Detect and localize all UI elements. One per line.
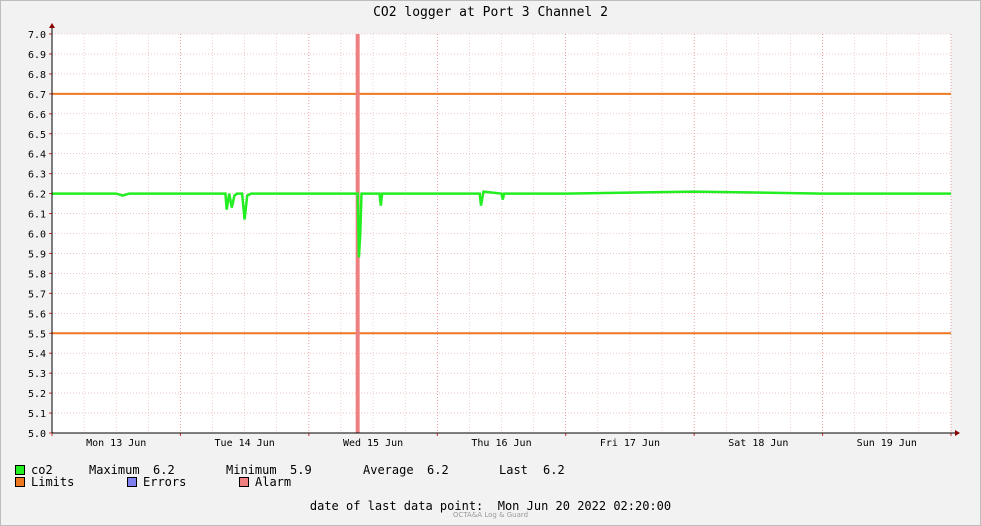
y-tick-label: 5.8: [28, 269, 46, 280]
y-tick-label: 6.1: [28, 210, 46, 221]
avg-value: 6.2: [427, 463, 449, 477]
y-tick-label: 5.1: [28, 409, 46, 420]
x-tick-label: Wed 15 Jun: [343, 438, 403, 449]
y-tick-label: 6.7: [28, 90, 46, 101]
x-tick-label: Fri 17 Jun: [600, 438, 660, 449]
errors-label: Errors: [143, 475, 187, 489]
y-tick-label: 5.4: [28, 349, 46, 360]
x-tick-label: Mon 13 Jun: [86, 438, 146, 449]
min-value: 5.9: [290, 463, 312, 477]
y-tick-label: 5.9: [28, 249, 46, 260]
legend-row-markers: Limits Errors Alarm: [15, 475, 291, 489]
limits-label: Limits: [31, 475, 75, 489]
legend-errors: Errors: [127, 475, 239, 489]
legend-alarm: Alarm: [239, 475, 291, 489]
x-tick-label: Thu 16 Jun: [471, 438, 531, 449]
limits-swatch: [15, 477, 25, 487]
y-tick-label: 7.0: [28, 30, 46, 41]
y-tick-label: 5.2: [28, 389, 46, 400]
errors-swatch: [127, 477, 137, 487]
y-tick-label: 6.6: [28, 110, 46, 121]
y-tick-label: 6.2: [28, 190, 46, 201]
last-value: 6.2: [543, 463, 565, 477]
plot-area: 5.0 5.1 5.2 5.3 5.4 5.5 5.6 5.7 5.8 5.9 6.0 6.1 6.2 6…: [28, 23, 960, 449]
avg-label: Average: [363, 463, 414, 477]
brand-watermark: OCTA&A Log & Guard: [452, 511, 529, 519]
x-tick-label: Tue 14 Jun: [215, 438, 275, 449]
y-tick-label: 5.6: [28, 309, 46, 320]
y-tick-label: 5.0: [28, 429, 46, 440]
x-tick-label: Sat 18 Jun: [728, 438, 788, 449]
x-axis-arrow: [955, 430, 960, 436]
y-tick-label: 5.3: [28, 369, 46, 380]
y-tick-label: 6.3: [28, 170, 46, 181]
last-label: Last: [499, 463, 528, 477]
y-tick-label: 6.9: [28, 50, 46, 61]
y-tick-label: 6.0: [28, 230, 46, 241]
y-tick-label: 5.5: [28, 329, 46, 340]
y-tick-label: 6.4: [28, 150, 46, 161]
y-tick-label: 6.5: [28, 130, 46, 141]
y-tick-label: 5.7: [28, 289, 46, 300]
legend-limits: Limits: [15, 475, 127, 489]
y-tick-label: 6.8: [28, 70, 46, 81]
y-axis-arrow: [49, 23, 55, 28]
alarm-swatch: [239, 477, 249, 487]
alarm-label: Alarm: [255, 475, 292, 489]
co2-swatch: [15, 465, 25, 475]
x-tick-label: Sun 19 Jun: [857, 438, 917, 449]
